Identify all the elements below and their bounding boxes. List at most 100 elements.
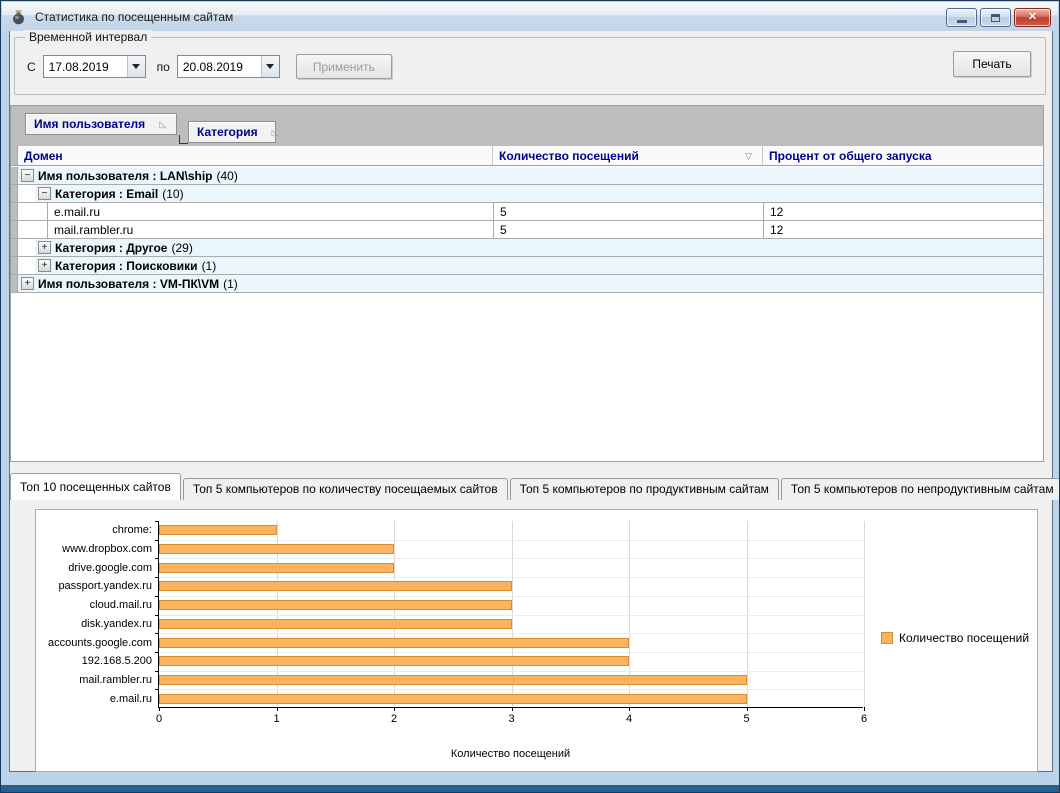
app-window: Статистика по посещенным сайтам ✕ Времен… (0, 0, 1060, 793)
y-axis-tick (155, 615, 159, 616)
bar-www.dropbox.com (159, 544, 394, 554)
y-axis-tick (155, 596, 159, 597)
date-to-dropdown-button[interactable] (261, 56, 279, 77)
title-bar: Статистика по посещенным сайтам ✕ (2, 2, 1058, 31)
group-row[interactable]: +Имя пользователя : VM-ПК\VM(1) (11, 275, 1043, 293)
print-button[interactable]: Печать (953, 51, 1031, 77)
apply-button[interactable]: Применить (296, 54, 392, 79)
y-axis-tick (155, 558, 159, 559)
x-axis-tick (394, 707, 395, 711)
cell-percent: 12 (763, 203, 1043, 220)
date-from-combobox[interactable]: 17.08.2019 (43, 55, 146, 78)
group-by-band: Имя пользователя ◺ Категория ◺ (11, 106, 1043, 146)
expand-button[interactable]: + (38, 259, 51, 272)
grid-header-row: Домен Количество посещений ▽ Процент от … (11, 146, 1043, 166)
table-row[interactable]: mail.rambler.ru512 (11, 221, 1043, 239)
cell-visits: 5 (493, 221, 763, 238)
y-axis-tick (155, 652, 159, 653)
from-label: С (27, 60, 36, 74)
group-row-count: (1) (223, 277, 238, 291)
x-axis-tick-label: 5 (743, 713, 749, 725)
y-axis-category-label: mail.rambler.ru (79, 674, 152, 686)
row-indent-strip (11, 221, 18, 238)
y-axis-category-label: e.mail.ru (110, 693, 152, 705)
x-axis-tick-label: 1 (273, 713, 279, 725)
gridline (159, 558, 863, 559)
cell-visits: 5 (493, 203, 763, 220)
y-axis-category-label: 192.168.5.200 (82, 655, 152, 667)
bar-192.168.5.200 (159, 656, 629, 666)
collapse-button[interactable]: − (38, 187, 51, 200)
maximize-button[interactable] (980, 8, 1011, 27)
minimize-button[interactable] (946, 8, 977, 27)
row-indent-strip (11, 185, 18, 202)
x-axis-tick-label: 6 (861, 713, 867, 725)
tab-2[interactable]: Топ 5 компьютеров по количеству посещаем… (183, 478, 508, 500)
column-header-domain-label: Домен (24, 149, 63, 163)
group-row[interactable]: +Категория : Другое(29) (11, 239, 1043, 257)
group-row-content: −Категория : Email(10) (35, 185, 1043, 202)
indent-spacer (18, 203, 47, 220)
row-indent-strip (11, 239, 18, 256)
group-connector (179, 135, 188, 144)
client-area: Временной интервал С 17.08.2019 по 20.08… (9, 31, 1053, 772)
bar-passport.yandex.ru (159, 581, 512, 591)
y-axis-tick (155, 633, 159, 634)
bar-chrome: (159, 525, 277, 535)
group-row[interactable]: +Категория : Поисковики(1) (11, 257, 1043, 275)
x-axis-tick (512, 707, 513, 711)
indent-spacer (18, 257, 35, 274)
expand-button[interactable]: + (38, 241, 51, 254)
indent-spacer (18, 185, 35, 202)
sites-grid: Имя пользователя ◺ Категория ◺ Домен Кол… (10, 105, 1044, 462)
window-controls: ✕ (946, 8, 1051, 27)
close-button[interactable]: ✕ (1014, 8, 1051, 27)
indent-spacer (18, 221, 47, 238)
bar-cloud.mail.ru (159, 600, 512, 610)
y-axis-category-label: accounts.google.com (48, 637, 152, 649)
group-by-username[interactable]: Имя пользователя ◺ (25, 113, 177, 135)
chart-panel: 0123456chrome:www.dropbox.comdrive.googl… (35, 509, 1038, 772)
y-axis-category-label: passport.yandex.ru (58, 580, 152, 592)
gridline (159, 596, 863, 597)
cell-domain: e.mail.ru (47, 203, 493, 220)
chart-x-axis-title: Количество посещений (158, 748, 863, 760)
date-to-combobox[interactable]: 20.08.2019 (177, 55, 280, 78)
sort-desc-icon: ▽ (745, 151, 752, 162)
grid-rows: −Имя пользователя : LAN\ship(40)−Категор… (11, 167, 1043, 293)
x-axis-tick (864, 707, 865, 711)
column-header-visits[interactable]: Количество посещений ▽ (493, 146, 763, 165)
tab-1[interactable]: Топ 10 посещенных сайтов (10, 473, 181, 500)
expand-button[interactable]: + (21, 277, 34, 290)
to-label: по (157, 60, 170, 74)
bar-drive.google.com (159, 563, 394, 573)
group-row[interactable]: −Имя пользователя : LAN\ship (40) (11, 167, 1043, 185)
date-from-value: 17.08.2019 (44, 56, 127, 77)
gridline (159, 615, 863, 616)
date-to-value: 20.08.2019 (178, 56, 261, 77)
x-axis-tick-label: 4 (626, 713, 632, 725)
group-row-count: (10) (162, 187, 183, 201)
grid-indent-strip (11, 146, 18, 165)
y-axis-category-label: www.dropbox.com (62, 543, 152, 555)
collapse-button[interactable]: − (21, 169, 34, 182)
gridline (159, 577, 863, 578)
gridline (864, 521, 865, 707)
group-by-category-label: Категория (197, 125, 258, 139)
y-axis-category-label: drive.google.com (68, 562, 152, 574)
table-row[interactable]: e.mail.ru512 (11, 203, 1043, 221)
y-axis-category-label: disk.yandex.ru (81, 618, 152, 630)
legend-color-swatch (881, 632, 893, 644)
row-indent-strip (11, 203, 18, 220)
date-from-dropdown-button[interactable] (127, 56, 145, 77)
tab-3[interactable]: Топ 5 компьютеров по продуктивным сайтам (510, 478, 779, 500)
gridline (159, 652, 863, 653)
group-by-category[interactable]: Категория ◺ (188, 121, 276, 143)
group-row-label: Имя пользователя : LAN\ship (38, 169, 213, 183)
tab-4[interactable]: Топ 5 компьютеров по непродуктивным сайт… (781, 478, 1060, 500)
column-header-domain[interactable]: Домен (18, 146, 493, 165)
gridline (159, 540, 863, 541)
group-row[interactable]: −Категория : Email(10) (11, 185, 1043, 203)
column-header-percent[interactable]: Процент от общего запуска (763, 146, 1043, 165)
group-row-count: (40) (217, 169, 238, 183)
